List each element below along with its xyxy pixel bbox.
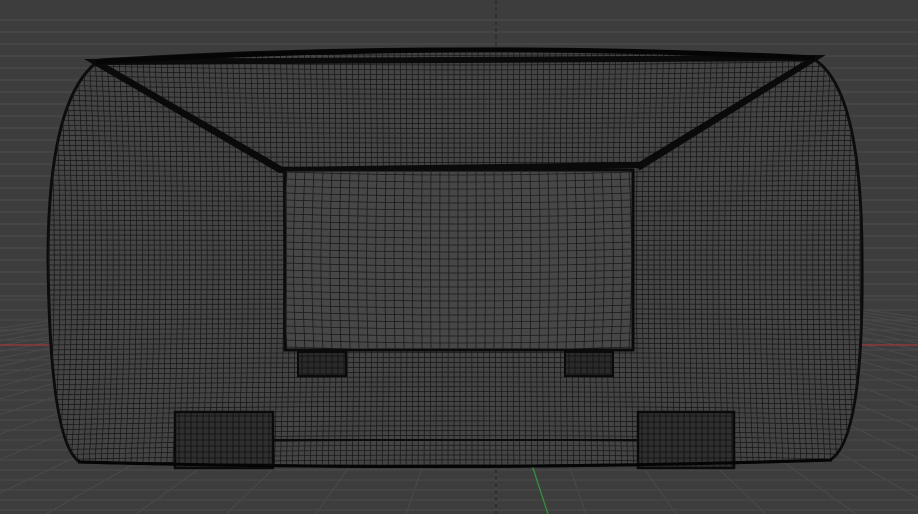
mesh-back-wall <box>283 168 635 352</box>
3d-viewport[interactable] <box>0 0 918 514</box>
wireframe-mesh <box>46 47 864 470</box>
viewport-canvas <box>0 0 918 514</box>
